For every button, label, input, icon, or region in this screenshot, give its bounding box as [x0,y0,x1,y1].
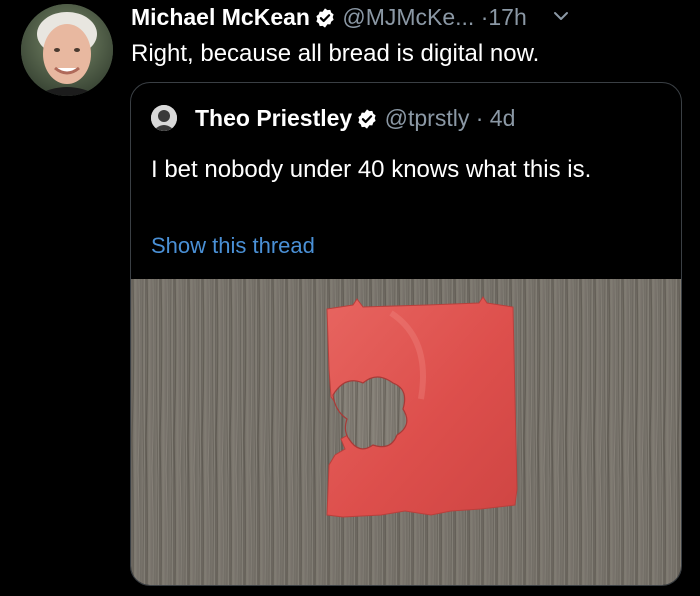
quoted-header: Theo Priestley @tprstly · 4d [195,103,515,133]
quoted-avatar[interactable] [151,105,177,131]
chevron-down-icon[interactable] [553,10,569,22]
show-thread-link[interactable]: Show this thread [151,231,315,261]
quoted-time-separator: · [475,105,484,131]
quoted-tweet-text: I bet nobody under 40 knows what this is… [151,156,592,183]
tweet-header: Michael McKean @MJMcKe... ·17h [131,2,700,32]
quoted-avatar-photo [151,105,177,131]
avatar[interactable] [21,4,113,96]
author-name[interactable]: Michael McKean [131,4,310,30]
tweet-time[interactable]: 17h [488,4,526,30]
author-handle[interactable]: @MJMcKe... [342,4,474,30]
quoted-tweet-time[interactable]: 4d [490,105,516,131]
quoted-author-name[interactable]: Theo Priestley [195,105,352,131]
quoted-author-handle[interactable]: @tprstly [385,105,470,131]
tweet-media-photo[interactable] [131,279,681,585]
verified-badge-icon [358,109,376,129]
verified-badge-icon [316,8,334,28]
tweet-text: Right, because all bread is digital now. [131,40,540,67]
quoted-tweet[interactable]: Theo Priestley @tprstly · 4d I bet nobod… [130,82,682,586]
avatar-photo [21,4,113,96]
